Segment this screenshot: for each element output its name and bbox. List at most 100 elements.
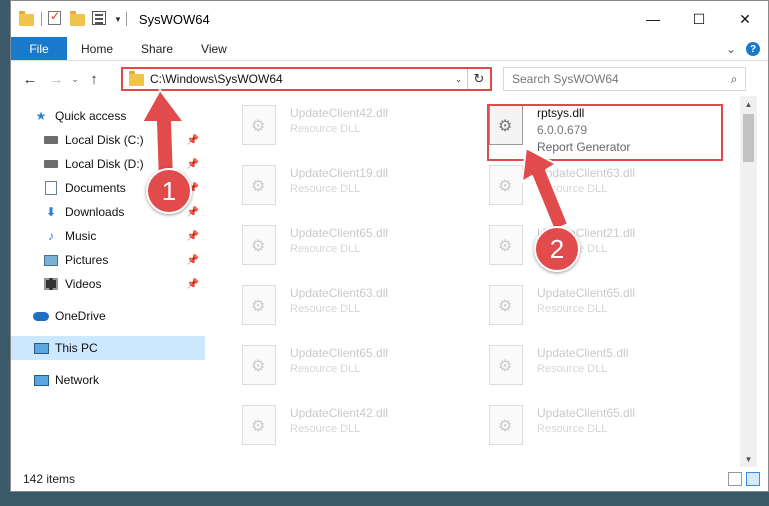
file-type: Resource DLL bbox=[537, 363, 608, 375]
file-type: Resource DLL bbox=[290, 183, 361, 195]
dll-file-icon bbox=[242, 345, 276, 385]
scroll-up-icon[interactable]: ▲ bbox=[740, 96, 757, 112]
music-icon: ♪ bbox=[48, 229, 54, 243]
item-count: 142 items bbox=[23, 472, 76, 486]
sidebar-item-pictures[interactable]: Pictures 📌 bbox=[11, 248, 205, 272]
search-input[interactable]: Search SysWOW64 ⌕ bbox=[503, 67, 746, 91]
sidebar-item-this-pc[interactable]: This PC bbox=[11, 336, 205, 360]
file-name: UpdateClient42.dll bbox=[290, 406, 389, 420]
file-type: Resource DLL bbox=[537, 423, 608, 435]
file-item[interactable]: UpdateClient42.dll Resource DLL bbox=[228, 396, 468, 456]
forward-button[interactable]: → bbox=[43, 67, 69, 91]
close-button[interactable]: ✕ bbox=[722, 1, 768, 37]
maximize-button[interactable]: ☐ bbox=[676, 1, 722, 37]
large-icons-view-icon[interactable] bbox=[746, 472, 760, 486]
sidebar-item-videos[interactable]: Videos 📌 bbox=[11, 272, 205, 296]
file-type: Resource DLL bbox=[290, 303, 361, 315]
cloud-icon bbox=[33, 308, 49, 324]
step-marker-1: 1 bbox=[146, 168, 192, 214]
address-path[interactable]: C:\Windows\SysWOW64 bbox=[150, 72, 450, 86]
sidebar-item-label: This PC bbox=[55, 341, 98, 355]
file-name: UpdateClient63.dll bbox=[537, 166, 636, 180]
file-item[interactable]: UpdateClient5.dll Resource DLL bbox=[475, 336, 715, 396]
file-item[interactable]: UpdateClient65.dll Resource DLL bbox=[228, 216, 468, 276]
folder-icon bbox=[19, 11, 35, 27]
tab-view[interactable]: View bbox=[187, 37, 241, 60]
address-dropdown-chevron-icon[interactable]: ⌄ bbox=[450, 69, 468, 89]
back-button[interactable]: ← bbox=[17, 67, 43, 91]
drive-icon bbox=[43, 132, 59, 148]
recent-locations-chevron-icon[interactable]: ⌄ bbox=[69, 67, 81, 91]
vertical-scrollbar[interactable]: ▲ ▼ bbox=[740, 96, 757, 467]
search-placeholder: Search SysWOW64 bbox=[512, 72, 619, 86]
dll-file-icon bbox=[489, 165, 523, 205]
file-name: UpdateClient65.dll bbox=[537, 406, 636, 420]
sidebar-item-local-disk-c[interactable]: Local Disk (C:) 📌 bbox=[11, 128, 205, 152]
window-controls: — ☐ ✕ bbox=[630, 1, 768, 37]
pin-icon: 📌 bbox=[186, 158, 199, 170]
file-name: UpdateClient19.dll bbox=[290, 166, 389, 180]
search-icon[interactable]: ⌕ bbox=[723, 72, 745, 87]
file-item[interactable]: UpdateClient42.dll Resource DLL bbox=[228, 96, 468, 156]
window-title: SysWOW64 bbox=[138, 11, 210, 27]
computer-icon bbox=[33, 340, 49, 356]
file-item[interactable]: UpdateClient63.dll Resource DLL bbox=[475, 156, 715, 216]
file-item[interactable]: UpdateClient65.dll Resource DLL bbox=[228, 336, 468, 396]
dll-file-icon bbox=[242, 105, 276, 145]
sidebar-item-label: Videos bbox=[65, 277, 102, 291]
sidebar-item-music[interactable]: ♪ Music 📌 bbox=[11, 224, 205, 248]
sidebar-item-quick-access[interactable]: ★ Quick access bbox=[11, 104, 205, 128]
dll-file-icon bbox=[489, 225, 523, 265]
scroll-down-icon[interactable]: ▼ bbox=[740, 451, 757, 467]
pictures-icon bbox=[43, 252, 59, 268]
title-bar: ▼ SysWOW64 — ☐ ✕ bbox=[11, 1, 768, 37]
help-icon[interactable]: ? bbox=[746, 42, 760, 56]
sidebar-item-label: Local Disk (D:) bbox=[65, 157, 144, 171]
file-name: UpdateClient65.dll bbox=[537, 286, 636, 300]
sidebar-item-label: Music bbox=[65, 229, 97, 243]
ribbon-tabs: File Home Share View ⌄ ? bbox=[11, 37, 768, 61]
tab-home[interactable]: Home bbox=[67, 37, 127, 60]
videos-icon bbox=[43, 276, 59, 292]
pin-icon: 📌 bbox=[186, 206, 199, 218]
tab-share[interactable]: Share bbox=[127, 37, 187, 60]
file-item[interactable]: UpdateClient65.dll Resource DLL bbox=[475, 396, 715, 456]
dll-file-icon bbox=[489, 285, 523, 325]
sidebar-item-label: OneDrive bbox=[55, 309, 106, 323]
refresh-icon[interactable]: ↻ bbox=[468, 71, 490, 87]
new-folder-icon[interactable] bbox=[70, 11, 86, 27]
status-bar: 142 items bbox=[11, 467, 768, 491]
up-button[interactable]: ↑ bbox=[81, 67, 107, 91]
address-bar[interactable]: C:\Windows\SysWOW64 ⌄ ↻ bbox=[121, 67, 492, 91]
minimize-button[interactable]: — bbox=[630, 1, 676, 37]
details-view-icon[interactable] bbox=[728, 472, 742, 486]
sidebar-item-network[interactable]: Network bbox=[11, 368, 205, 392]
rptsys-highlight-box bbox=[487, 104, 723, 161]
sidebar-item-label: Downloads bbox=[65, 205, 125, 219]
file-item[interactable]: UpdateClient65.dll Resource DLL bbox=[475, 276, 715, 336]
sidebar-item-onedrive[interactable]: OneDrive bbox=[11, 304, 205, 328]
pin-icon: 📌 bbox=[186, 254, 199, 266]
dll-file-icon bbox=[242, 165, 276, 205]
customize-toolbar-chevron-icon[interactable]: ▼ bbox=[114, 15, 122, 24]
dll-file-icon bbox=[242, 285, 276, 325]
file-item[interactable]: UpdateClient19.dll Resource DLL bbox=[228, 156, 468, 216]
file-list: UpdateClient42.dll Resource DLL UpdateCl… bbox=[218, 96, 740, 467]
file-name: UpdateClient5.dll bbox=[537, 346, 629, 360]
step-marker-2: 2 bbox=[534, 226, 580, 272]
file-item[interactable]: UpdateClient21.dll Resource DLL bbox=[475, 216, 715, 276]
tab-file[interactable]: File bbox=[11, 37, 67, 60]
star-icon: ★ bbox=[35, 109, 47, 123]
sidebar-item-label: Quick access bbox=[55, 109, 127, 123]
file-type: Resource DLL bbox=[290, 123, 361, 135]
sidebar-item-label: Documents bbox=[65, 181, 126, 195]
scroll-thumb[interactable] bbox=[743, 114, 754, 162]
dll-file-icon bbox=[242, 405, 276, 445]
view-properties-icon[interactable] bbox=[92, 11, 108, 27]
file-item[interactable]: UpdateClient63.dll Resource DLL bbox=[228, 276, 468, 336]
dll-file-icon bbox=[242, 225, 276, 265]
expand-ribbon-chevron-icon[interactable]: ⌄ bbox=[726, 42, 736, 56]
properties-check-icon[interactable] bbox=[48, 9, 64, 27]
file-name: UpdateClient63.dll bbox=[290, 286, 389, 300]
downloads-icon: ⬇ bbox=[45, 205, 57, 219]
